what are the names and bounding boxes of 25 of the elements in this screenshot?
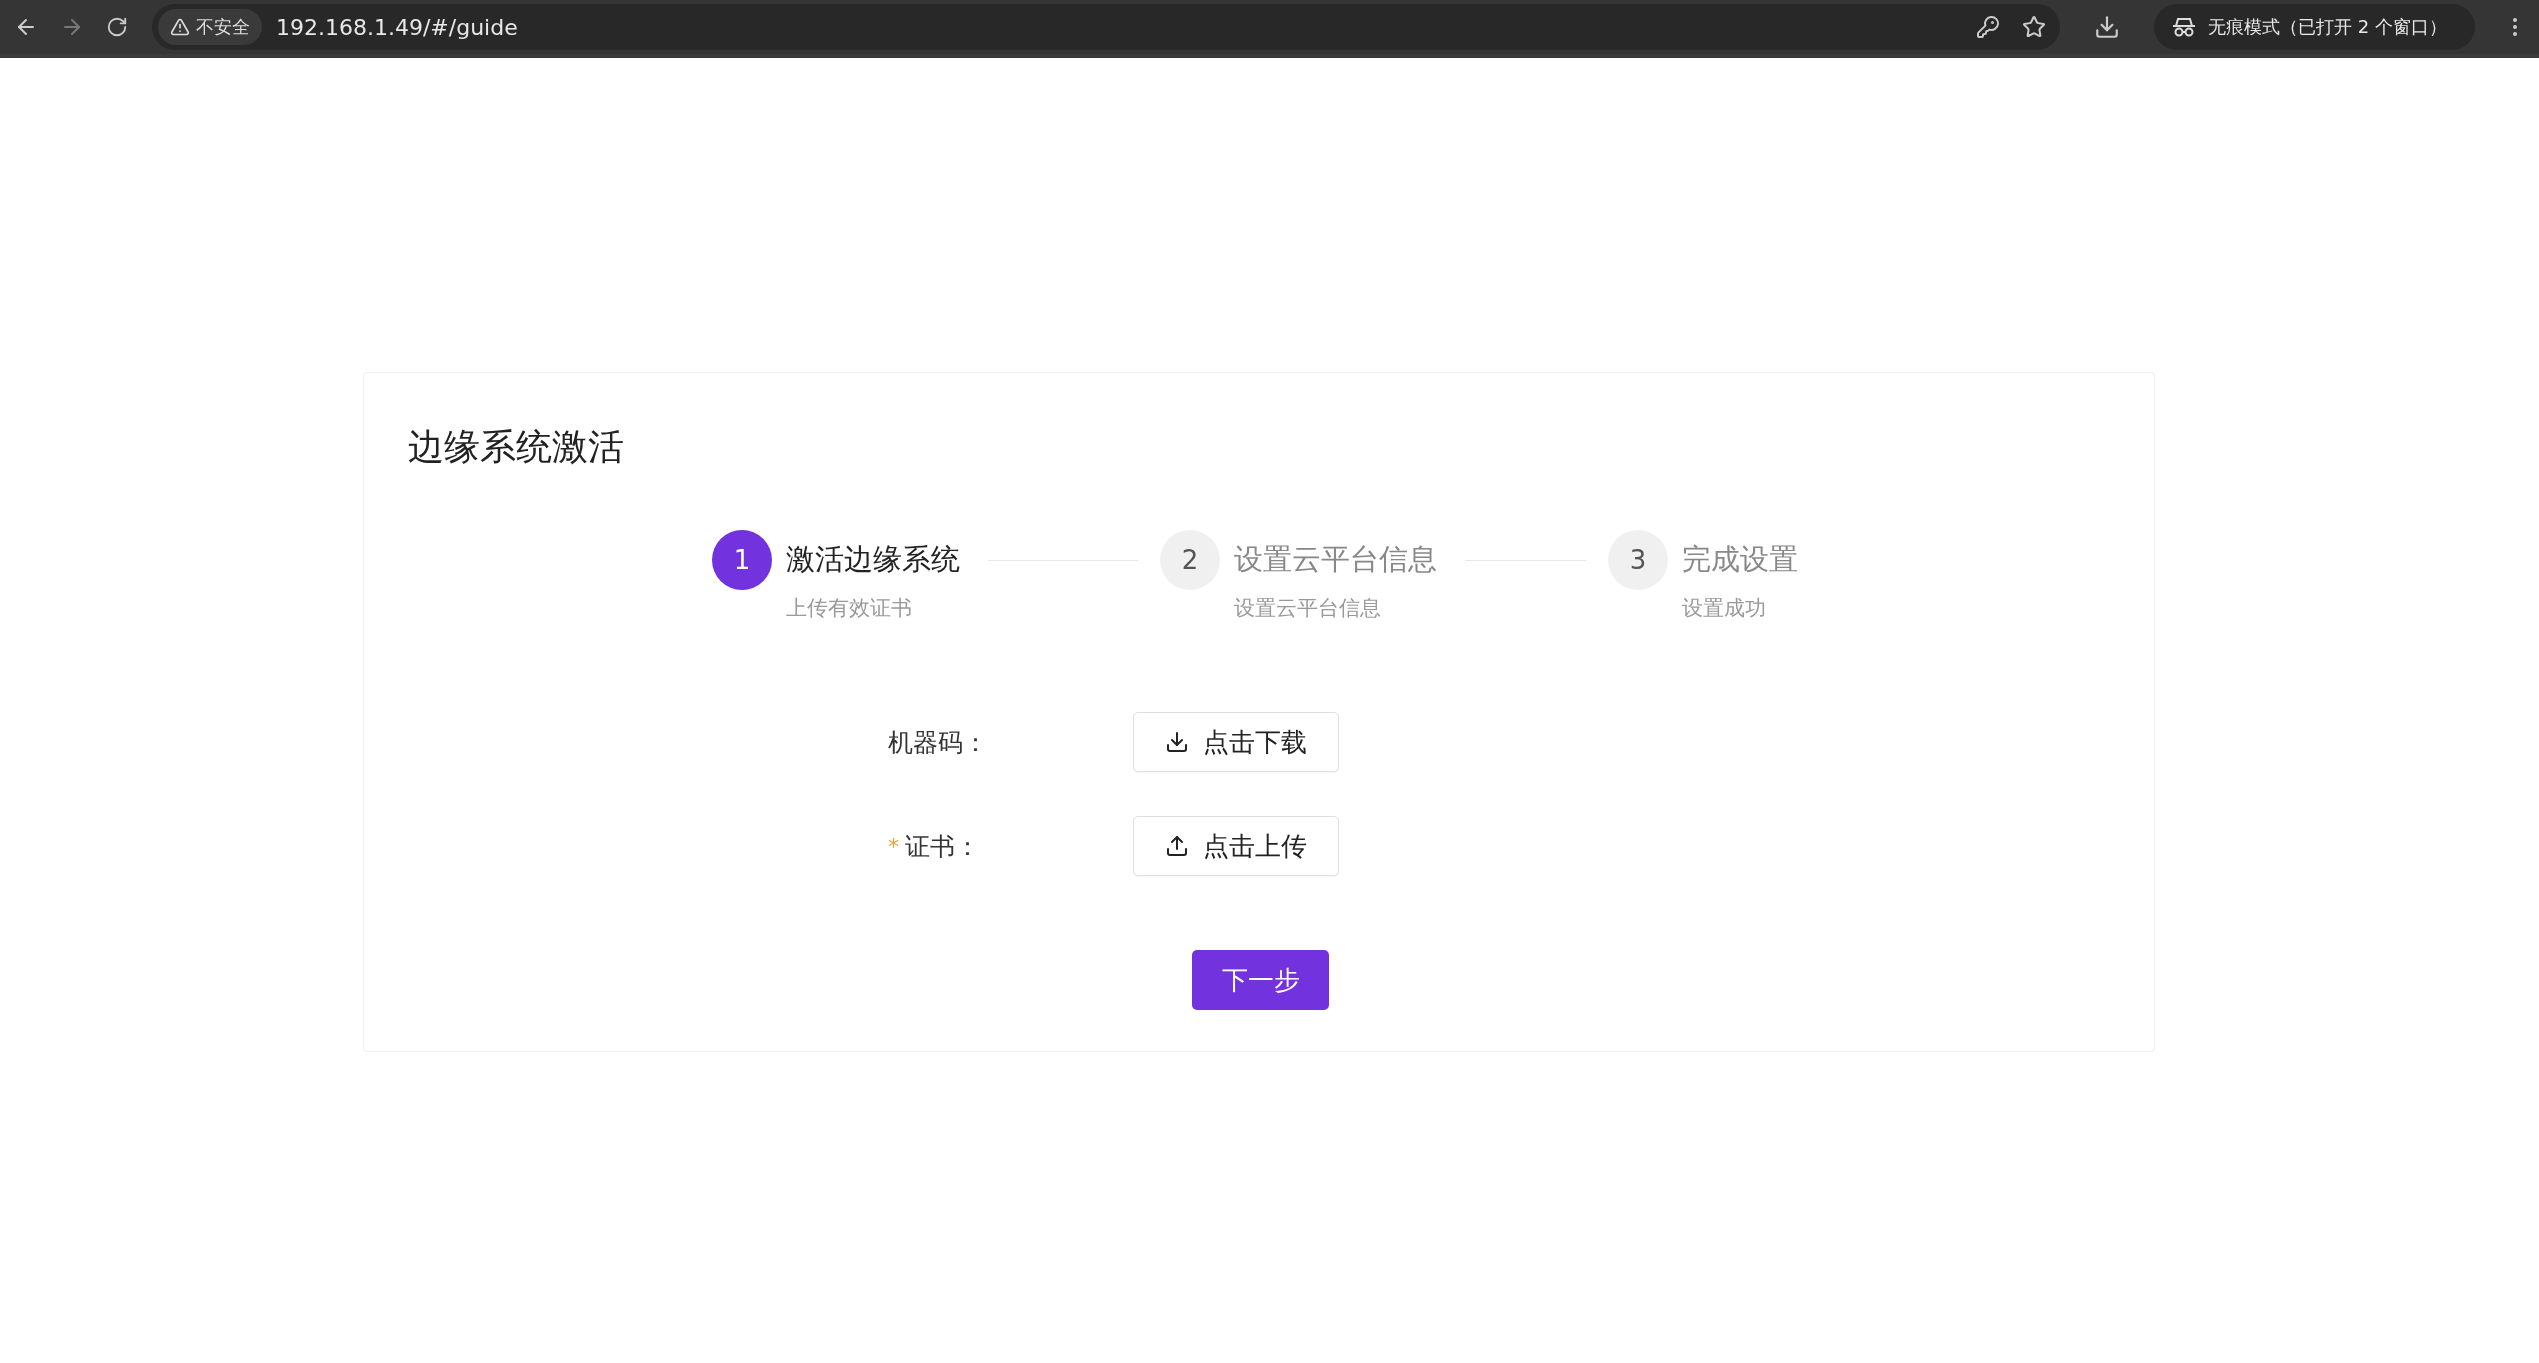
warning-icon	[170, 17, 190, 37]
step-title: 完成设置	[1682, 541, 1798, 578]
upload-icon	[1165, 834, 1189, 858]
download-button[interactable]: 点击下载	[1133, 712, 1339, 772]
step-title: 设置云平台信息	[1234, 541, 1437, 578]
field-label: 证书：	[905, 830, 980, 863]
step-number: 2	[1160, 530, 1220, 590]
step-number: 3	[1608, 530, 1668, 590]
download-icon	[1165, 730, 1189, 754]
next-button[interactable]: 下一步	[1192, 950, 1329, 1010]
field-label: 机器码：	[888, 726, 988, 759]
security-chip[interactable]: 不安全	[158, 9, 262, 45]
step-number: 1	[712, 530, 772, 590]
card-title: 边缘系统激活	[408, 425, 625, 469]
upload-button[interactable]: 点击上传	[1133, 816, 1339, 876]
step-description: 设置成功	[1682, 595, 1767, 622]
step-description: 设置云平台信息	[1234, 595, 1382, 622]
reload-icon[interactable]	[106, 16, 128, 38]
address-bar[interactable]: 不安全 192.168.1.49/#/guide	[152, 4, 2061, 50]
required-mark: *	[888, 833, 899, 859]
step-description: 上传有效证书	[786, 595, 913, 622]
step-title: 激活边缘系统	[786, 541, 960, 578]
incognito-icon	[2172, 16, 2197, 38]
url-text: 192.168.1.49/#/guide	[276, 14, 519, 40]
incognito-chip[interactable]: 无痕模式（已打开 2 个窗口）	[2154, 4, 2475, 50]
